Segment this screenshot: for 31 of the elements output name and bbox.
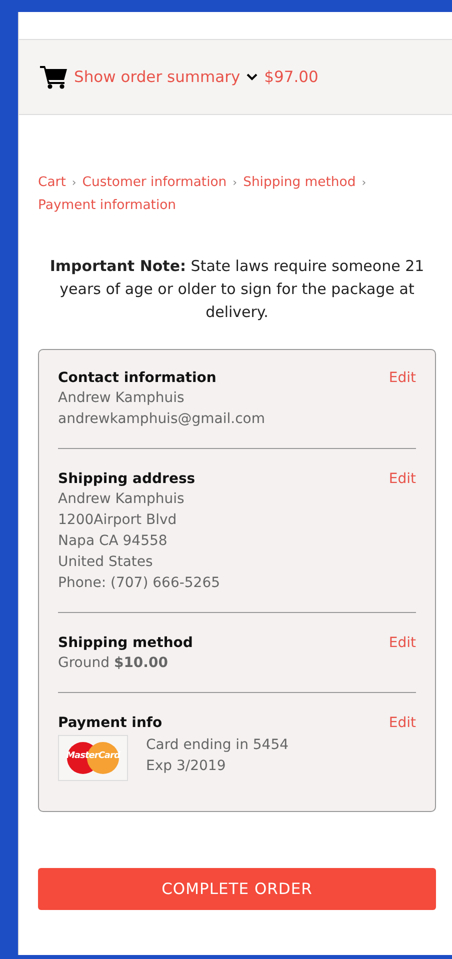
breadcrumb-separator: › xyxy=(72,175,76,191)
cart-icon xyxy=(40,65,68,89)
breadcrumb-link[interactable]: Payment information xyxy=(38,197,176,215)
section-detail: United States xyxy=(58,553,154,572)
section-title: Payment info xyxy=(58,714,162,733)
breadcrumb-separator: › xyxy=(362,175,366,191)
important-note: Important Note: State laws require someone 21 years of age or older to sign for the package at delivery. xyxy=(48,256,426,323)
order-total: $97.00 xyxy=(264,68,318,86)
chevron-down-icon xyxy=(246,73,258,81)
payment-detail: Exp 3/2019 xyxy=(146,757,227,776)
section-detail: Napa CA 94558 xyxy=(58,532,168,551)
section-detail: Phone: (707) 666-5265 xyxy=(58,574,222,593)
edit-link[interactable]: Edit xyxy=(388,469,416,489)
breadcrumb-link[interactable]: Cart xyxy=(38,174,66,192)
edit-link[interactable]: Edit xyxy=(388,368,416,388)
section-title: Shipping method xyxy=(58,634,193,653)
section-detail: Andrew Kamphuis xyxy=(58,490,186,509)
complete-order-button[interactable]: COMPLETE ORDER xyxy=(38,868,436,910)
section-detail: andrewkamphuis@gmail.com xyxy=(58,410,266,429)
breadcrumb-link[interactable]: Customer information xyxy=(82,174,227,192)
breadcrumb-link[interactable]: Shipping method xyxy=(243,174,356,192)
edit-link[interactable]: Edit xyxy=(388,713,416,733)
section-title: Shipping address xyxy=(58,470,196,489)
section-detail: Ground $10.00 xyxy=(58,654,169,673)
section-detail: 1200Airport Blvd xyxy=(58,511,178,530)
breadcrumb-separator: › xyxy=(232,175,238,191)
edit-link[interactable]: Edit xyxy=(388,633,416,653)
section-title: Contact information xyxy=(58,369,216,388)
payment-detail: Card ending in 5454 xyxy=(146,736,289,755)
order-summary-toggle[interactable]: Show order summary xyxy=(74,68,258,86)
section-detail: Andrew Kamphuis xyxy=(58,389,186,408)
